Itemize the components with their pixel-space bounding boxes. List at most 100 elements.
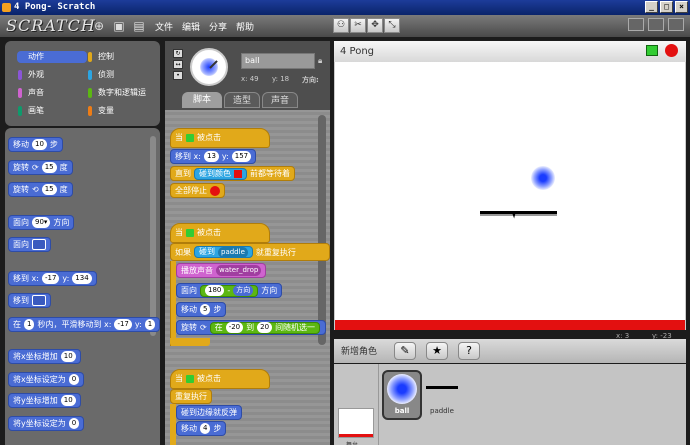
- new-sprite-label: 新增角色: [341, 347, 378, 357]
- no-rotate-icon[interactable]: •: [173, 71, 183, 80]
- choose-sprite-icon[interactable]: ★: [426, 342, 448, 360]
- random-sprite-icon[interactable]: ?: [458, 342, 480, 360]
- sprite-x: x: 49: [241, 75, 259, 83]
- green-flag-icon: [186, 134, 194, 142]
- sprite-direction-label: 方向:: [302, 76, 319, 84]
- share-icon[interactable]: ▤: [132, 19, 146, 33]
- sprite-tile-paddle[interactable]: paddle: [430, 407, 454, 415]
- paddle-icon[interactable]: [426, 386, 458, 389]
- hat-green-flag-3[interactable]: 当被点击: [170, 369, 270, 389]
- category-variables[interactable]: 变量: [87, 105, 157, 117]
- block-turn-cw[interactable]: 旋转 ⟳ 15 度: [8, 160, 73, 175]
- block-forever[interactable]: 重复执行: [170, 389, 212, 404]
- sprite-tile-ball[interactable]: ball: [382, 370, 422, 420]
- category-looks[interactable]: 外观: [17, 69, 87, 81]
- random-block: 在 -20 到 20 间随机选一: [209, 321, 321, 334]
- rotate-cw-icon: ⟳: [32, 163, 39, 172]
- block-set-x[interactable]: 将x坐标设定为 0: [8, 372, 85, 387]
- category-sound[interactable]: 声音: [17, 87, 87, 99]
- green-flag-button[interactable]: [646, 45, 658, 56]
- sprite-list: 舞台 ball paddle: [334, 364, 686, 445]
- forever-if-bottom: [170, 338, 210, 346]
- project-title: 4 Pong: [340, 46, 375, 57]
- sprite-name-field[interactable]: ball: [241, 53, 315, 69]
- stage-label: 舞台: [346, 440, 358, 445]
- menu-share[interactable]: 分享: [209, 20, 227, 33]
- rotate-ccw-icon: ⟲: [32, 185, 39, 194]
- small-stage-button[interactable]: [628, 18, 644, 31]
- paddle-sprite[interactable]: [480, 211, 557, 216]
- category-control[interactable]: 控制: [87, 51, 157, 63]
- ball-icon: [387, 374, 417, 404]
- block-forever-if[interactable]: 如果 碰到 paddle 就重复执行: [170, 243, 330, 261]
- block-point-direction-script[interactable]: 面向 180- 方向 方向: [176, 283, 283, 298]
- menu-help[interactable]: 帮助: [236, 20, 254, 33]
- rotation-style-controls: ↻ ↔ •: [173, 49, 183, 80]
- category-sensing[interactable]: 侦测: [87, 69, 157, 81]
- scripts-scrollbar[interactable]: [318, 115, 326, 345]
- block-change-y[interactable]: 将y坐标增加 10: [8, 393, 81, 408]
- paint-sprite-icon[interactable]: ✎: [394, 342, 416, 360]
- block-move[interactable]: 移动 10 步: [8, 137, 63, 152]
- window-title: 4 Pong- Scratch: [14, 2, 96, 12]
- tab-scripts[interactable]: 脚本: [182, 92, 222, 108]
- block-goto[interactable]: 移到: [8, 293, 51, 308]
- minimize-button[interactable]: _: [645, 1, 658, 13]
- save-icon[interactable]: ▣: [112, 19, 126, 33]
- block-bounce[interactable]: 碰到边缘就反弹: [176, 405, 242, 420]
- close-button[interactable]: ×: [675, 1, 688, 13]
- app-icon: [2, 3, 11, 12]
- block-change-x[interactable]: 将x坐标增加 10: [8, 349, 81, 364]
- menu-file[interactable]: 文件: [155, 20, 173, 33]
- stage-canvas[interactable]: [334, 62, 686, 330]
- duplicate-tool-icon[interactable]: ⚇: [333, 18, 349, 33]
- green-flag-icon: [186, 375, 194, 383]
- block-turn-ccw[interactable]: 旋转 ⟲ 15 度: [8, 182, 73, 197]
- lock-icon[interactable]: 🔒︎: [318, 56, 322, 66]
- tab-sounds[interactable]: 声音: [262, 92, 298, 108]
- block-turn-random[interactable]: 旋转 ⟳ 在 -20 到 20 间随机选一: [176, 320, 326, 335]
- globe-icon[interactable]: ⊕: [92, 19, 106, 33]
- block-stop-all[interactable]: 全部停止: [170, 183, 225, 198]
- block-play-sound[interactable]: 播放声音 water_drop: [176, 263, 267, 278]
- stage-thumbnail[interactable]: [338, 408, 374, 438]
- new-sprite-bar: 新增角色 ✎ ★ ?: [334, 339, 686, 363]
- stop-button[interactable]: [665, 44, 678, 57]
- block-palette: 移动 10 步 旋转 ⟳ 15 度 旋转 ⟲ 15 度 面向 90▾ 方向 面向 移到 x: -17 y…: [5, 128, 160, 445]
- palette-scrollbar[interactable]: [150, 136, 156, 336]
- block-goto-xy-script[interactable]: 移到 x: 13 y: 157: [170, 149, 257, 164]
- sprite-y: y: 18: [272, 75, 290, 83]
- maximize-button[interactable]: □: [660, 1, 673, 13]
- flip-lr-icon[interactable]: ↔: [173, 60, 183, 69]
- cut-tool-icon[interactable]: ✂: [350, 18, 366, 33]
- hat-green-flag-1[interactable]: 当被点击: [170, 128, 270, 148]
- block-glide[interactable]: 在 1 秒内，平滑移动到 x: -17 y: 1: [8, 317, 160, 332]
- block-point-direction[interactable]: 面向 90▾ 方向: [8, 215, 75, 230]
- block-wait-until[interactable]: 直到 碰到颜色 前都等待着: [170, 166, 295, 181]
- category-motion[interactable]: 动作: [17, 51, 87, 63]
- category-selector: 动作 控制 外观 侦测 声音 数字和逻辑运 画笔 变量: [5, 41, 160, 126]
- menu-edit[interactable]: 编辑: [182, 20, 200, 33]
- hat-green-flag-2[interactable]: 当被点击: [170, 223, 270, 243]
- block-point-towards[interactable]: 面向: [8, 237, 51, 252]
- stage-title-bar: 4 Pong: [334, 41, 686, 62]
- category-operators[interactable]: 数字和逻辑运: [87, 87, 157, 99]
- presentation-mode-button[interactable]: [668, 18, 684, 31]
- ball-sprite[interactable]: [531, 166, 555, 190]
- block-set-y[interactable]: 将y坐标设定为 0: [8, 416, 85, 431]
- block-move-script-3[interactable]: 移动 4 步: [176, 421, 227, 436]
- scratch-logo: SCRATCH: [6, 16, 96, 35]
- stage-bottom-line: [335, 320, 685, 330]
- subtract-block: 180- 方向: [200, 284, 259, 297]
- category-pen[interactable]: 画笔: [17, 105, 87, 117]
- grow-tool-icon[interactable]: ✥: [367, 18, 383, 33]
- shrink-tool-icon[interactable]: ⤡: [384, 18, 400, 33]
- block-goto-xy[interactable]: 移到 x: -17 y: 134: [8, 271, 97, 286]
- block-move-script[interactable]: 移动 5 步: [176, 302, 227, 317]
- color-swatch: [234, 169, 242, 178]
- green-flag-icon: [186, 229, 194, 237]
- touching-color-block: 碰到颜色: [194, 167, 247, 180]
- rotate-all-icon[interactable]: ↻: [173, 49, 183, 58]
- tab-costumes[interactable]: 造型: [224, 92, 260, 108]
- normal-stage-button[interactable]: [648, 18, 664, 31]
